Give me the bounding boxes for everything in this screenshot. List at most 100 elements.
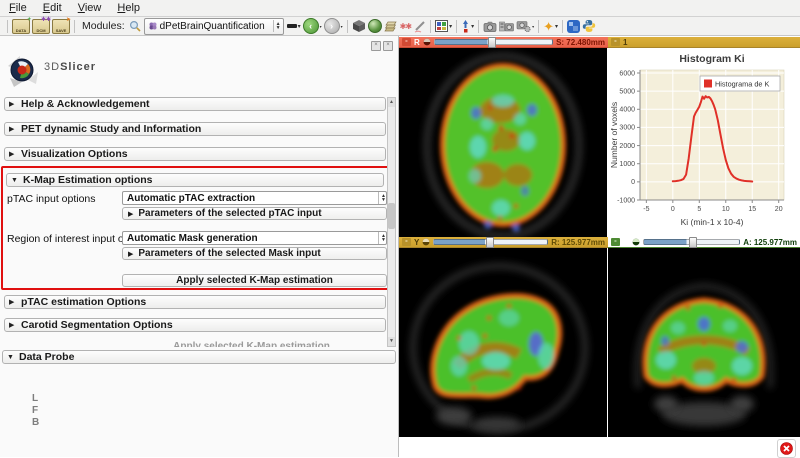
crosshair-star-icon: ✦ xyxy=(543,20,554,33)
sagittal-slice-view[interactable] xyxy=(399,248,607,437)
sagittal-slice-slider[interactable] xyxy=(433,239,548,245)
module-icon xyxy=(149,22,157,30)
module-back-button[interactable]: ‹▾ xyxy=(303,18,322,34)
statusbar-close-button[interactable] xyxy=(777,439,796,458)
svg-text:Number of voxels: Number of voxels xyxy=(609,102,619,168)
slider-handle[interactable] xyxy=(486,237,494,248)
layout-selector-button[interactable]: ▾ xyxy=(435,18,452,34)
module-selector[interactable]: dPetBrainQuantification ▲▼ xyxy=(144,18,284,35)
module-forward-button[interactable]: ›▾ xyxy=(324,18,343,34)
crosshair-button[interactable]: ✦ ▾ xyxy=(543,18,558,34)
history-icon xyxy=(287,24,297,28)
probe-layer-f: F xyxy=(32,405,38,416)
ptac-parameters-button[interactable]: ▶ Parameters of the selected pTAC input xyxy=(122,207,387,220)
svg-text:-5: -5 xyxy=(643,206,649,213)
scene-view-settings-button[interactable]: ▾ xyxy=(516,18,534,34)
menu-help[interactable]: Help xyxy=(117,2,140,14)
section-ptac-estimation[interactable]: ▶ pTAC estimation Options xyxy=(4,295,386,309)
module-selector-spinner[interactable]: ▲▼ xyxy=(273,20,281,32)
module-history-button[interactable]: ▾ xyxy=(287,18,301,34)
chart-view-menu-button[interactable]: - xyxy=(611,38,620,46)
slice-marker-button[interactable]: ▾ xyxy=(461,18,474,34)
panel-popup-icon[interactable]: × xyxy=(371,41,381,51)
screenshot-button[interactable] xyxy=(483,18,497,34)
histogram-chart-view[interactable]: -10000100020003000400050006000-505101520… xyxy=(608,48,800,237)
roi-input-combobox[interactable]: Automatic Mask generation ▲▼ xyxy=(122,231,387,245)
scroll-up-icon[interactable]: ▲ xyxy=(388,98,395,107)
section-visualization-options[interactable]: ▶ Visualization Options xyxy=(4,147,386,161)
svg-text:-1000: -1000 xyxy=(617,197,635,204)
load-dicom-button[interactable]: ✱✱DCM xyxy=(32,18,50,34)
coronal-view-menu-button[interactable]: - xyxy=(611,238,620,246)
markups-button[interactable]: ✱✱ xyxy=(400,18,411,34)
sagittal-view-menu-button[interactable]: - xyxy=(402,238,411,246)
axial-view-bar: - R S: 72.480mm xyxy=(399,37,608,48)
section-help-acknowledgement[interactable]: ▶ Help & Acknowledgement xyxy=(4,97,386,111)
section-label: Visualization Options xyxy=(21,148,128,160)
expanded-arrow-icon: ▼ xyxy=(7,354,14,361)
load-data-button[interactable]: +DATA xyxy=(12,18,30,34)
eye-icon[interactable] xyxy=(632,238,640,246)
scrollbar-thumb[interactable] xyxy=(388,203,395,229)
extensions-manager-button[interactable] xyxy=(567,18,580,34)
coronal-slice-view[interactable] xyxy=(608,248,800,437)
sagittal-slice-offset: R: 125.977mm xyxy=(551,238,605,247)
save-icon: ➤SAVE xyxy=(52,19,70,34)
layers-button[interactable] xyxy=(384,18,398,34)
toolbar-separator xyxy=(74,20,75,33)
svg-text:1000: 1000 xyxy=(619,161,635,168)
save-button[interactable]: ➤SAVE xyxy=(52,18,70,34)
slider-handle[interactable] xyxy=(488,37,496,48)
histogram-chart: -10000100020003000400050006000-505101520… xyxy=(608,48,800,237)
eye-icon[interactable] xyxy=(423,38,431,46)
svg-text:6000: 6000 xyxy=(619,70,635,77)
annotation-button[interactable] xyxy=(413,18,426,34)
scroll-down-icon[interactable]: ▼ xyxy=(388,337,395,346)
slicer-logo: 3DSlicer xyxy=(6,52,96,88)
toolbar-separator xyxy=(538,20,539,33)
section-label: Help & Acknowledgement xyxy=(21,98,150,110)
panel-scrollbar[interactable]: ▲ ▼ xyxy=(387,97,396,347)
python-console-button[interactable] xyxy=(582,18,596,34)
roi-input-value: Automatic Mask generation xyxy=(127,233,258,244)
panel-hide-icon[interactable]: × xyxy=(383,41,393,51)
ptac-input-options-label: pTAC input options xyxy=(7,193,96,205)
coronal-slice-slider[interactable] xyxy=(643,239,740,245)
section-label: PET dynamic Study and Information xyxy=(21,123,201,135)
section-carotid-segmentation[interactable]: ▶ Carotid Segmentation Options xyxy=(4,318,386,332)
collapsed-arrow-icon: ▶ xyxy=(128,210,133,218)
sagittal-view-label: Y xyxy=(414,238,419,247)
collapsed-arrow-icon: ▶ xyxy=(9,125,16,133)
toolbar-separator xyxy=(562,20,563,33)
collapsed-arrow-icon: ▶ xyxy=(9,298,16,306)
menu-file[interactable]: File xyxy=(9,2,27,14)
extensions-icon xyxy=(567,20,580,33)
back-arrow-icon: ‹ xyxy=(303,18,319,34)
menu-view[interactable]: View xyxy=(78,2,102,14)
menu-edit[interactable]: Edit xyxy=(43,2,62,14)
module-name: dPetBrainQuantification xyxy=(160,21,265,32)
section-kmap-estimation[interactable]: ▼ K-Map Estimation options xyxy=(6,173,384,187)
mask-parameters-button[interactable]: ▶ Parameters of the selected Mask input xyxy=(122,247,387,260)
probe-layer-l: L xyxy=(32,393,38,404)
slider-handle[interactable] xyxy=(689,237,697,248)
axial-view-menu-button[interactable]: - xyxy=(402,38,411,46)
section-data-probe[interactable]: ▼ Data Probe xyxy=(2,350,396,364)
scene-view-capture-button[interactable] xyxy=(499,18,514,34)
axial-slice-slider[interactable] xyxy=(434,39,553,45)
axial-slice-view[interactable] xyxy=(399,48,607,237)
toolbar-separator xyxy=(347,20,348,33)
sphere-view-button[interactable] xyxy=(368,18,382,34)
svg-text:3000: 3000 xyxy=(619,125,635,132)
module-search-button[interactable] xyxy=(129,18,141,34)
load-data-icon: +DATA xyxy=(12,19,30,34)
eye-icon[interactable] xyxy=(422,238,430,246)
section-pet-dynamic-study[interactable]: ▶ PET dynamic Study and Information xyxy=(4,122,386,136)
ptac-input-combobox[interactable]: Automatic pTAC extraction ▲▼ xyxy=(122,191,387,205)
volume-cube-button[interactable] xyxy=(352,18,366,34)
kmap-annotation-outline: ▼ K-Map Estimation options pTAC input op… xyxy=(1,166,389,290)
apply-kmap-estimation-button[interactable]: Apply selected K-Map estimation xyxy=(122,274,387,287)
svg-text:Histogram Ki: Histogram Ki xyxy=(679,53,744,65)
chart-view-label: 1 xyxy=(623,38,627,47)
axial-view-label: R xyxy=(414,38,420,47)
